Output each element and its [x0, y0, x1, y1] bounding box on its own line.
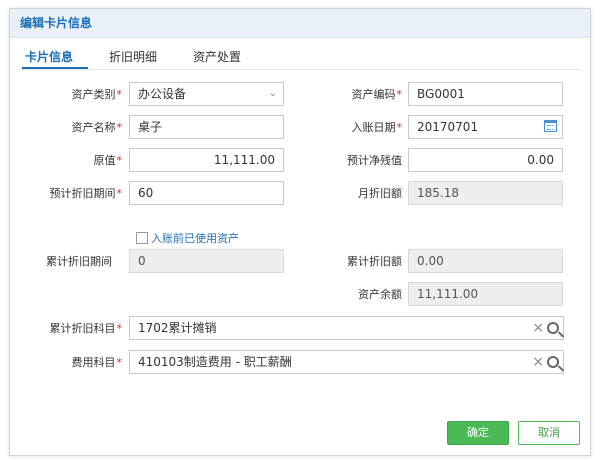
entry-date-input[interactable]: 20170701 — [408, 115, 563, 139]
monthly-depreciation-label: 月折旧额 — [358, 187, 402, 200]
net-residual-input[interactable]: 0.00 — [408, 148, 563, 172]
original-value-input[interactable]: 11,111.00 — [129, 148, 284, 172]
used-before-entry-checkbox[interactable] — [136, 232, 148, 244]
accum-amount-label: 累计折旧额 — [347, 255, 402, 268]
expense-account-actions: × — [532, 351, 559, 373]
accum-account-label: 累计折旧科目* — [49, 322, 123, 335]
asset-balance-field: 11,111.00 — [408, 282, 563, 306]
dialog-title: 编辑卡片信息 — [10, 9, 590, 38]
asset-code-input[interactable]: BG0001 — [408, 82, 563, 106]
depreciation-period-input[interactable]: 60 — [129, 181, 284, 205]
close-icon[interactable]: × — [532, 351, 544, 373]
depreciation-period-label: 预计折旧期间* — [49, 187, 123, 200]
accum-account-value: 1702累计摊销 — [138, 321, 217, 335]
expense-account-input[interactable]: 410103制造费用 - 职工薪酬 × — [129, 350, 564, 374]
expense-account-label: 费用科目* — [71, 356, 123, 369]
asset-name-input[interactable]: 桌子 — [129, 115, 284, 139]
accum-period-label: 累计折旧期间 — [46, 255, 112, 268]
search-icon[interactable] — [547, 356, 559, 368]
asset-category-select[interactable]: 办公设备 ⌄ — [129, 82, 284, 106]
edit-card-dialog: 编辑卡片信息 卡片信息 折旧明细 资产处置 资产类别* 办公设备 ⌄ 资产编码*… — [9, 8, 591, 456]
cancel-button[interactable]: 取消 — [518, 421, 580, 445]
close-icon[interactable]: × — [532, 317, 544, 339]
tab-depreciation-detail[interactable]: 折旧明细 — [109, 48, 157, 65]
entry-date-label: 入账日期* — [351, 121, 403, 134]
asset-category-value: 办公设备 — [138, 87, 187, 101]
entry-date-value: 20170701 — [417, 120, 479, 134]
asset-category-label: 资产类别* — [71, 88, 123, 101]
tab-divider — [20, 69, 580, 70]
asset-code-label: 资产编码* — [351, 88, 403, 101]
original-value-label: 原值* — [93, 154, 123, 167]
used-before-entry-row[interactable]: 入账前已使用资产 — [136, 231, 239, 245]
search-icon[interactable] — [547, 322, 559, 334]
accum-account-input[interactable]: 1702累计摊销 × — [129, 316, 564, 340]
net-residual-label: 预计净残值 — [347, 154, 402, 167]
accum-amount-field: 0.00 — [408, 249, 563, 273]
accum-account-actions: × — [532, 317, 559, 339]
asset-name-label: 资产名称* — [71, 121, 123, 134]
active-tab-indicator — [22, 67, 88, 69]
asset-balance-label: 资产余额 — [358, 288, 402, 301]
expense-account-value: 410103制造费用 - 职工薪酬 — [138, 355, 292, 369]
accum-period-field: 0 — [129, 249, 284, 273]
used-before-entry-label[interactable]: 入账前已使用资产 — [151, 230, 239, 246]
tab-card-info[interactable]: 卡片信息 — [25, 48, 73, 65]
tab-bar: 卡片信息 折旧明细 资产处置 — [10, 38, 590, 71]
chevron-down-icon[interactable]: ⌄ — [269, 83, 277, 105]
calendar-icon[interactable] — [544, 120, 557, 132]
confirm-button[interactable]: 确定 — [447, 421, 509, 445]
tab-asset-disposal[interactable]: 资产处置 — [193, 48, 241, 65]
monthly-depreciation-field: 185.18 — [408, 181, 563, 205]
